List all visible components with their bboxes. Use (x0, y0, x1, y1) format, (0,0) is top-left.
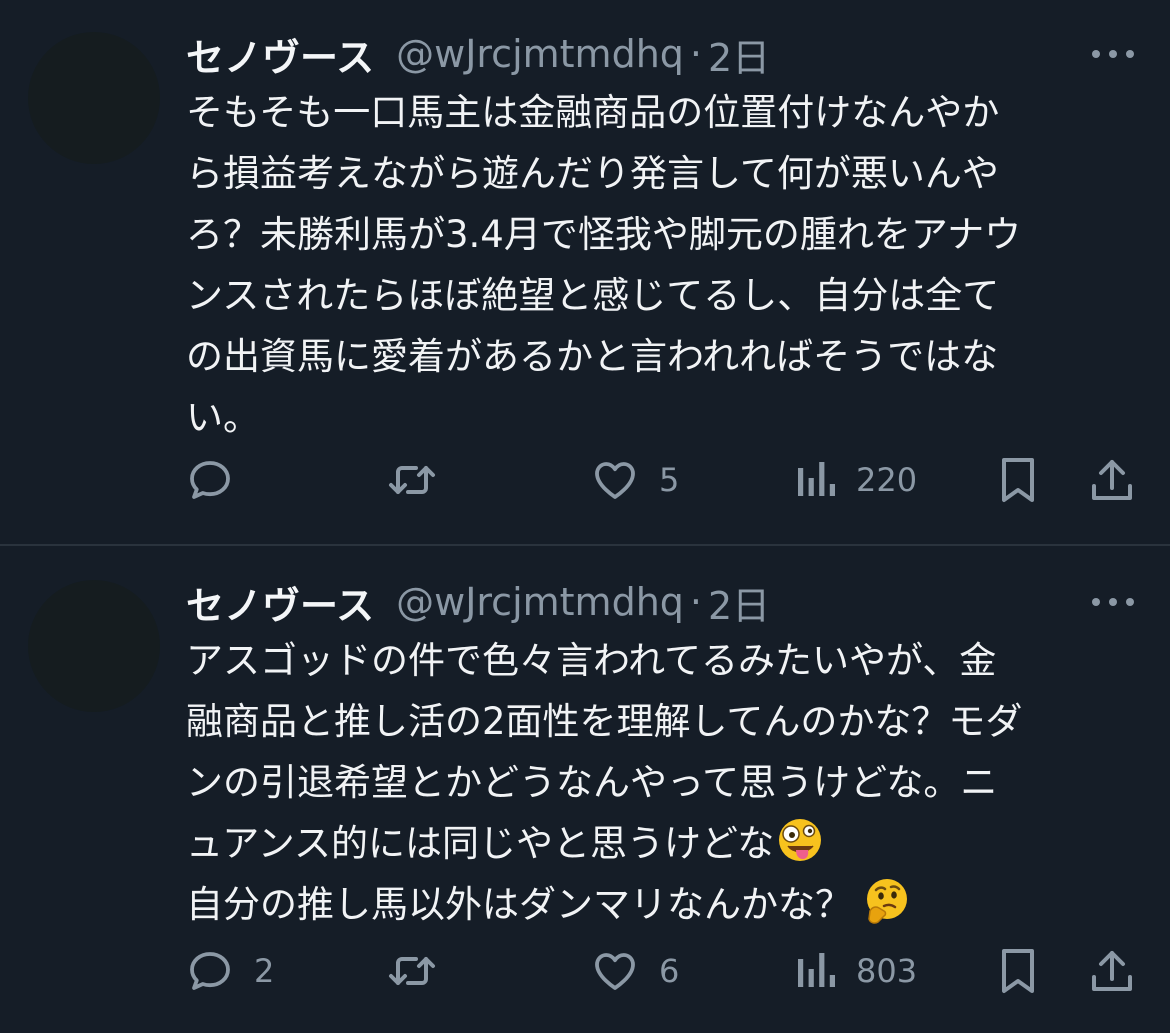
reply-count: 2 (254, 952, 275, 990)
tweet-line-with-emoji: 自分の推し馬以外はダンマリなんかな？ (186, 874, 1136, 935)
views-icon (796, 460, 836, 500)
avatar[interactable] (28, 32, 160, 164)
tweet-header: セノヴース @wJrcjmtmdhq · 2日 (186, 26, 1136, 82)
bookmark-button[interactable] (998, 946, 1038, 996)
tweet-line: ュアンス的には同じやと思うけどな (186, 822, 775, 865)
bookmark-icon (998, 456, 1038, 504)
tweet-line: ンスされたらほぼ絶望と感じてるし、自分は全て (186, 274, 1000, 317)
views-button[interactable]: 803 (796, 946, 917, 996)
views-button[interactable]: 220 (796, 455, 917, 505)
like-count: 5 (659, 461, 680, 499)
retweet-icon (386, 947, 438, 995)
tweet-line: アスゴッドの件で色々言われてるみたいやが、金 (186, 639, 997, 682)
tweet-line: の出資馬に愛着があるかと言われればそうではな (186, 335, 999, 378)
timestamp[interactable]: 2日 (708, 27, 770, 82)
share-icon (1088, 456, 1136, 504)
tweet-line: そもそも一口馬主は金融商品の位置付けなんやか (186, 91, 1000, 134)
bookmark-icon (998, 947, 1038, 995)
tweet-line-with-emoji: ュアンス的には同じやと思うけどな (186, 813, 1136, 874)
like-button[interactable]: 5 (591, 455, 679, 505)
tweet-divider (0, 544, 1170, 546)
share-button[interactable] (1088, 946, 1136, 996)
tweet-header: セノヴース @wJrcjmtmdhq · 2日 (186, 574, 1136, 630)
reply-icon (186, 456, 234, 504)
display-name[interactable]: セノヴース (186, 27, 374, 82)
timestamp[interactable]: 2日 (708, 575, 770, 630)
thinking-face-emoji (862, 877, 910, 925)
reply-button[interactable]: 2 (186, 946, 274, 996)
more-icon[interactable] (1090, 592, 1136, 612)
handle[interactable]: @wJrcjmtmdhq (396, 580, 684, 624)
share-button[interactable] (1088, 455, 1136, 505)
bookmark-button[interactable] (998, 455, 1038, 505)
display-name[interactable]: セノヴース (186, 575, 374, 630)
share-icon (1088, 947, 1136, 995)
tweet-line: ら損益考えながら遊んだり発言して何が悪いんや (186, 152, 999, 195)
reply-button[interactable] (186, 455, 254, 505)
tweet-line: 自分の推し馬以外はダンマリなんかな？ (186, 883, 852, 926)
retweet-icon (386, 456, 438, 504)
reply-icon (186, 947, 234, 995)
separator: · (689, 32, 702, 76)
tweet-text: アスゴッドの件で色々言われてるみたいやが、金 融商品と推し活の2面性を理解してん… (186, 630, 1136, 935)
avatar[interactable] (28, 580, 160, 712)
like-button[interactable]: 6 (591, 946, 679, 996)
views-count: 220 (856, 461, 918, 499)
like-icon (591, 456, 639, 504)
tweet-line: い。 (186, 396, 260, 439)
views-count: 803 (856, 952, 918, 990)
tweet-line: 融商品と推し活の2面性を理解してんのかな？モダ (186, 700, 1023, 743)
like-icon (591, 947, 639, 995)
action-bar: 5 220 (186, 455, 1136, 505)
separator: · (689, 580, 702, 624)
tweet-line: ンの引退希望とかどうなんやって思うけどな。ニ (186, 761, 998, 804)
handle[interactable]: @wJrcjmtmdhq (396, 32, 684, 76)
retweet-button[interactable] (386, 946, 458, 996)
tweet-text: そもそも一口馬主は金融商品の位置付けなんやか ら損益考えながら遊んだり発言して何… (186, 82, 1136, 448)
like-count: 6 (659, 952, 680, 990)
zany-face-emoji (776, 816, 824, 864)
retweet-button[interactable] (386, 455, 458, 505)
more-icon[interactable] (1090, 44, 1136, 64)
views-icon (796, 951, 836, 991)
action-bar: 2 6 803 (186, 946, 1136, 996)
tweet-line: ろ？未勝利馬が3.4月で怪我や脚元の腫れをアナウ (186, 213, 1022, 256)
